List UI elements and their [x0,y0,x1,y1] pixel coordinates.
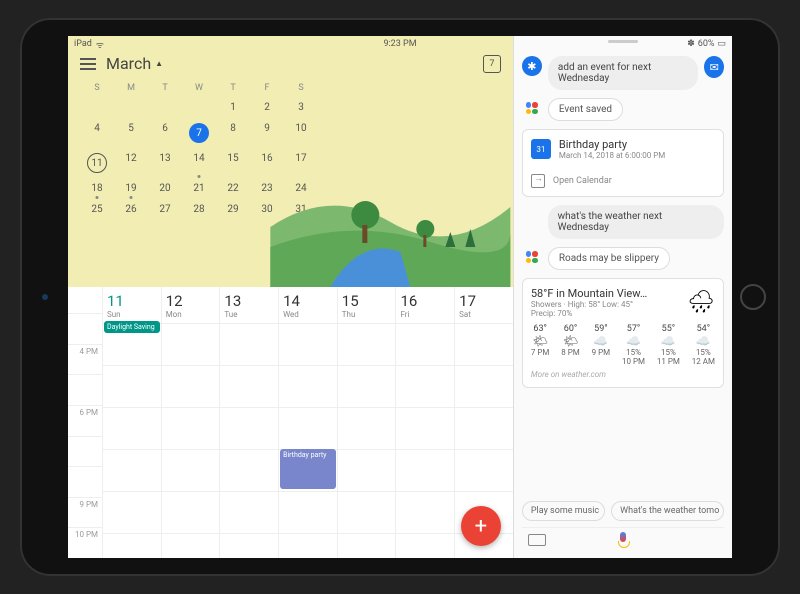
forecast-item: 59°☁️9 PM [592,324,611,366]
day-column[interactable]: 11SunDaylight Saving [102,287,161,558]
user-message: add an event for next Wednesday [548,56,699,90]
clock: 9:23 PM [383,39,416,49]
date-cell[interactable]: 13 [148,148,182,178]
month-selector[interactable]: March▲ [106,54,163,73]
day-column[interactable]: 15Thu [337,287,396,558]
more-weather-link[interactable]: More on weather.com [531,370,715,379]
menu-icon[interactable] [80,58,96,70]
add-event-button[interactable]: + [461,506,501,546]
date-cell[interactable]: 12 [114,148,148,178]
open-calendar-link[interactable]: Open Calendar [531,168,715,188]
suggestion-chip[interactable]: Play some music [522,501,605,521]
date-cell[interactable]: 29 [216,199,250,220]
rain-icon: 🌧 [687,290,715,315]
date-cell[interactable]: 27 [148,199,182,220]
date-cell[interactable]: 20 [148,178,182,199]
date-cell[interactable]: 18 [80,178,114,199]
date-cell[interactable]: 26 [114,199,148,220]
forecast-item: 63°🌤7 PM [531,324,550,366]
event-card[interactable]: 31 Birthday party March 14, 2018 at 6:00… [522,129,724,197]
date-cell[interactable]: 6 [148,118,182,148]
date-cell[interactable]: 5 [114,118,148,148]
date-cell[interactable]: 2 [250,97,284,118]
today-button[interactable]: 7 [483,55,501,73]
date-cell[interactable]: 3 [284,97,318,118]
date-cell[interactable]: 19 [114,178,148,199]
day-column[interactable]: 16Fri [395,287,454,558]
keyboard-icon[interactable] [528,534,546,546]
assistant-logo-icon [522,98,542,118]
date-cell[interactable]: 4 [80,118,114,148]
camera-icon [42,294,48,300]
home-button[interactable] [740,284,766,310]
date-cell[interactable] [182,97,216,118]
status-bar: iPad ᯤ 9:23 PM ✽ 60% ▭ [68,36,732,52]
date-cell[interactable]: 15 [216,148,250,178]
calendar-event[interactable]: Birthday party [280,449,336,489]
inbox-icon[interactable]: ✉ [704,56,724,78]
day-column[interactable]: 14WedBirthday party [278,287,337,558]
date-cell[interactable] [114,97,148,118]
weather-card[interactable]: 58°F in Mountain View… Showers · High: 5… [522,278,724,388]
device-label: iPad [74,39,92,49]
assistant-reply: Event saved [548,98,623,121]
calendar-badge-icon: 31 [531,139,551,159]
date-cell[interactable]: 22 [216,178,250,199]
week-view[interactable]: 4 PM6 PM9 PM10 PM 11SunDaylight Saving12… [68,287,513,558]
date-cell[interactable]: 7 [182,118,216,148]
battery-label: 60% [698,39,715,49]
forecast-item: 60°🌤8 PM [561,324,580,366]
assistant-reply: Roads may be slippery [548,247,670,270]
mic-icon[interactable] [618,532,628,548]
date-cell[interactable] [148,97,182,118]
suggestion-chip[interactable]: What's the weather tomo [611,501,724,521]
date-cell[interactable]: 25 [80,199,114,220]
forecast-item: 54°☁️15%12 AM [692,324,715,366]
date-cell[interactable] [80,97,114,118]
forecast-item: 57°☁️15%10 PM [622,324,645,366]
date-cell[interactable]: 28 [182,199,216,220]
date-cell[interactable]: 11 [80,148,114,178]
date-cell[interactable]: 14 [182,148,216,178]
open-icon [531,174,545,188]
allday-event[interactable]: Daylight Saving [104,321,160,333]
assistant-logo-icon [522,247,542,267]
user-message: what's the weather next Wednesday [548,205,724,239]
calendar-app: March▲ 7 SMTWTFS 12345678910111213141516… [68,36,513,558]
forecast-item: 55°☁️15%11 PM [657,324,680,366]
assistant-pane: ✱ add an event for next Wednesday ✉ Even… [513,36,732,558]
ipad-frame: iPad ᯤ 9:23 PM ✽ 60% ▭ March▲ 7 SMTWTFS … [20,18,780,576]
date-cell[interactable]: 8 [216,118,250,148]
landscape-illustration [268,137,513,287]
day-column[interactable]: 12Mon [161,287,220,558]
date-cell[interactable]: 1 [216,97,250,118]
debug-icon: ✱ [522,56,542,76]
date-cell[interactable]: 21 [182,178,216,199]
day-column[interactable]: 13Tue [219,287,278,558]
